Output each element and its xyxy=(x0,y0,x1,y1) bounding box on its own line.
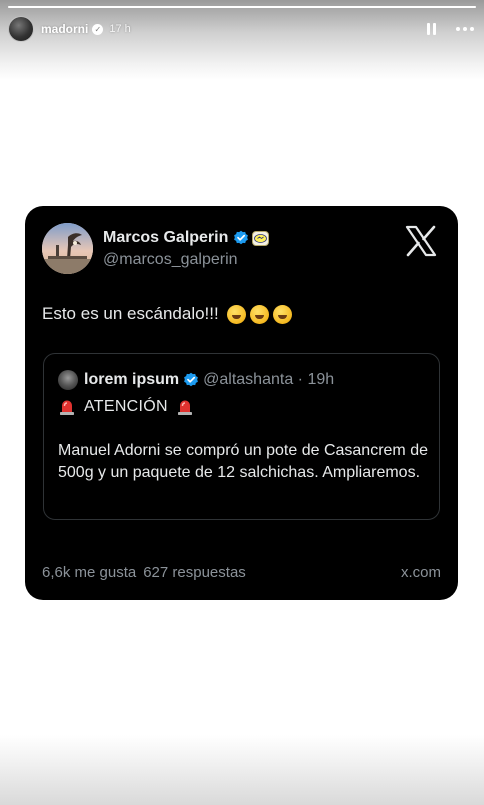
story-username[interactable]: madorni xyxy=(41,22,88,36)
author-avatar[interactable] xyxy=(42,223,93,274)
story-progress-bar xyxy=(8,6,476,8)
quoted-alert-line: ATENCIÓN xyxy=(58,398,194,416)
tweet-text: Esto es un escándalo!!! xyxy=(42,304,292,324)
tweet-text-content: Esto es un escándalo!!! xyxy=(42,304,219,323)
verified-icon: ✓ xyxy=(92,23,104,35)
quoted-handle-time: @altashanta · 19h xyxy=(203,371,335,388)
story-viewer: madorni ✓ 17 h Marcos Galperin @marcos_g… xyxy=(0,0,484,805)
quoted-body-text: Manuel Adorni se compró un pote de Casan… xyxy=(58,442,428,481)
quoted-verified-badge-icon xyxy=(184,372,199,387)
pause-icon[interactable] xyxy=(427,23,436,35)
tweet-card[interactable]: Marcos Galperin @marcos_galperin Esto es… xyxy=(25,206,458,600)
author-avatar-image xyxy=(42,223,93,274)
more-options-icon[interactable] xyxy=(454,23,476,35)
story-progress-fill xyxy=(8,6,476,8)
replies-count: 627 respuestas xyxy=(143,564,246,581)
alert-text: ATENCIÓN xyxy=(84,398,168,415)
author-handle[interactable]: @marcos_galperin xyxy=(103,251,238,269)
verified-badge-icon xyxy=(234,230,249,245)
siren-icon xyxy=(177,400,192,415)
story-avatar[interactable] xyxy=(8,16,34,42)
laughing-emoji-icon xyxy=(249,304,269,324)
story-header: madorni ✓ 17 h xyxy=(8,16,476,42)
x-logo-icon[interactable] xyxy=(404,224,438,258)
author-name[interactable]: Marcos Galperin xyxy=(103,229,228,247)
laughing-emojis xyxy=(226,304,292,324)
laughing-emoji-icon xyxy=(226,304,246,324)
story-controls xyxy=(427,23,476,35)
author-name-row: Marcos Galperin xyxy=(103,229,270,247)
tweet-footer: 6,6k me gusta 627 respuestas x.com xyxy=(42,564,441,581)
likes-count: 6,6k me gusta xyxy=(42,564,137,581)
story-time: 17 h xyxy=(109,23,131,35)
bottom-gradient xyxy=(0,735,484,805)
mercadolibre-handshake-icon xyxy=(252,230,270,246)
siren-icon xyxy=(60,400,74,415)
quoted-tweet[interactable]: lorem ipsum @altashanta · 19h ATENCIÓN M… xyxy=(43,353,440,520)
source-link[interactable]: x.com xyxy=(401,564,441,581)
quoted-author-name[interactable]: lorem ipsum xyxy=(84,371,179,389)
quoted-avatar[interactable] xyxy=(58,370,78,390)
laughing-emoji-icon xyxy=(272,304,292,324)
quoted-tweet-header: lorem ipsum @altashanta · 19h xyxy=(58,370,334,390)
